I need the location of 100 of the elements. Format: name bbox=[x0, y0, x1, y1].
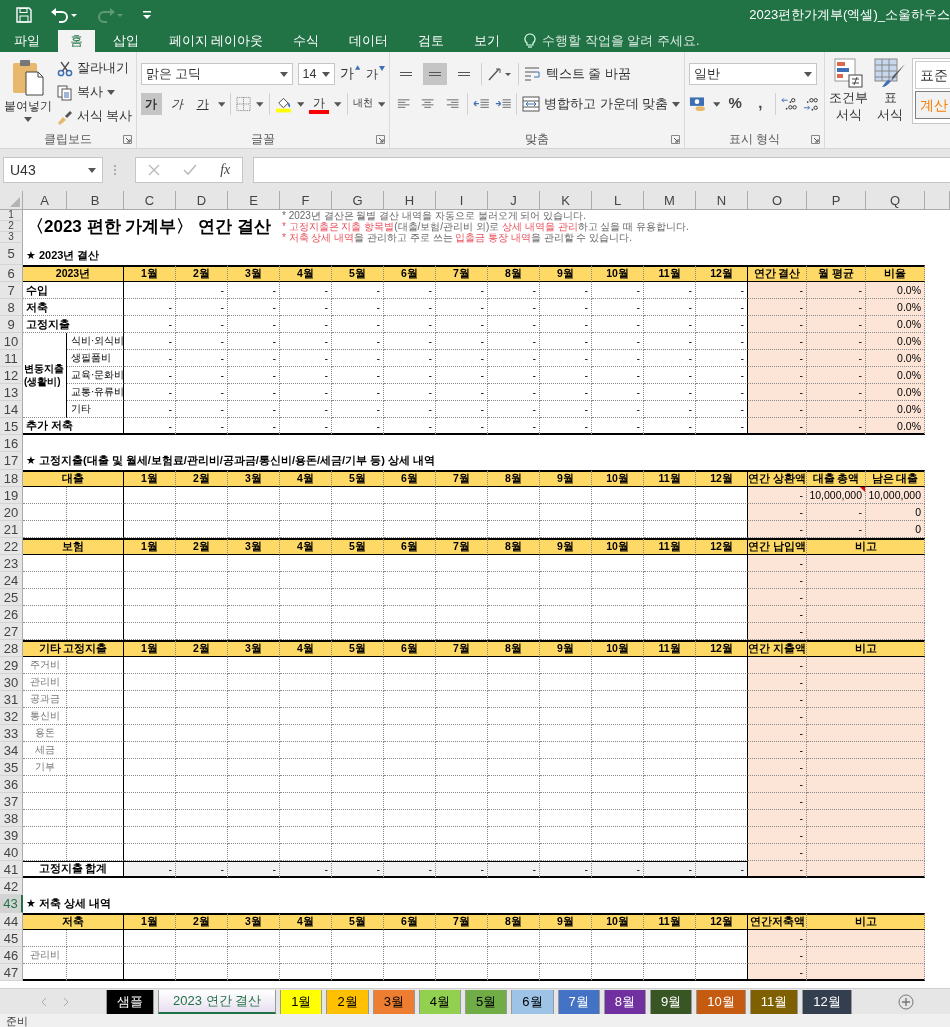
sheet-tab[interactable]: 5월 bbox=[465, 989, 508, 1014]
wrap-text-button[interactable]: 텍스트 줄 바꿈 bbox=[524, 63, 631, 85]
sheet-tab[interactable]: 1월 bbox=[280, 989, 323, 1014]
customize-menu-icon[interactable] bbox=[142, 9, 152, 21]
undo-icon[interactable] bbox=[50, 7, 78, 23]
sheet-tab[interactable]: 7월 bbox=[557, 989, 600, 1014]
column-header[interactable]: Q bbox=[866, 191, 925, 210]
comma-style-button[interactable]: , bbox=[750, 93, 771, 115]
number-format-field[interactable]: 일반 bbox=[689, 63, 817, 85]
row-header[interactable]: 8 bbox=[0, 299, 23, 316]
row-header[interactable]: 3 bbox=[0, 232, 23, 243]
vertical-align-button[interactable] bbox=[423, 63, 447, 85]
column-header[interactable]: B bbox=[67, 191, 124, 210]
row-header[interactable]: 9 bbox=[0, 316, 23, 333]
row-header[interactable]: 16 bbox=[0, 435, 23, 452]
row-header[interactable]: 26 bbox=[0, 606, 23, 623]
font-size-field[interactable]: 14 bbox=[297, 63, 335, 85]
row-header[interactable]: 28 bbox=[0, 640, 23, 657]
row-header[interactable]: 20 bbox=[0, 504, 23, 521]
horizontal-align-icon[interactable] bbox=[397, 97, 411, 111]
column-header[interactable]: L bbox=[592, 191, 644, 210]
formula-input[interactable] bbox=[253, 157, 950, 183]
copy-button[interactable]: 복사 bbox=[56, 82, 132, 103]
drag-handle-icon[interactable] bbox=[113, 164, 117, 176]
increase-decimal-icon[interactable] bbox=[781, 96, 799, 112]
sheet-tab[interactable]: 4월 bbox=[418, 989, 462, 1014]
row-header[interactable]: 38 bbox=[0, 810, 23, 827]
name-box[interactable]: U43 bbox=[3, 157, 103, 183]
column-header[interactable]: J bbox=[488, 191, 540, 210]
column-header[interactable]: C bbox=[124, 191, 176, 210]
row-header[interactable]: 40 bbox=[0, 844, 23, 861]
text-orientation-icon[interactable] bbox=[487, 66, 513, 82]
row-header[interactable]: 32 bbox=[0, 708, 23, 725]
ribbon-tab[interactable]: 수식 bbox=[281, 30, 332, 52]
paste-button[interactable]: 붙여넣기 bbox=[4, 56, 53, 130]
row-header[interactable]: 25 bbox=[0, 589, 23, 606]
ribbon-tab[interactable]: 페이지 레이아웃 bbox=[157, 30, 276, 52]
row-header[interactable]: 41 bbox=[0, 861, 23, 878]
row-header[interactable]: 18 bbox=[0, 470, 23, 487]
font-style-button[interactable]: 가 bbox=[166, 93, 188, 115]
ribbon-tab[interactable]: 검토 bbox=[406, 30, 457, 52]
ribbon-tab[interactable]: 보기 bbox=[462, 30, 513, 52]
column-header[interactable]: I bbox=[436, 191, 488, 210]
cut-button[interactable]: 잘라내기 bbox=[56, 58, 132, 79]
row-header[interactable]: 44 bbox=[0, 913, 23, 930]
check-icon[interactable] bbox=[182, 164, 197, 176]
row-header[interactable]: 47 bbox=[0, 964, 23, 981]
sheet-tab[interactable]: 6월 bbox=[511, 989, 554, 1014]
cell-style-item[interactable]: 표준 bbox=[915, 61, 950, 89]
row-header[interactable]: 42 bbox=[0, 878, 23, 895]
row-header[interactable]: 30 bbox=[0, 674, 23, 691]
row-header[interactable]: 2 bbox=[0, 221, 23, 232]
caret-icon[interactable] bbox=[296, 101, 305, 107]
dialog-launcher-icon[interactable] bbox=[811, 134, 820, 144]
row-header[interactable]: 11 bbox=[0, 350, 23, 367]
row-header[interactable]: 14 bbox=[0, 401, 23, 418]
row-header[interactable]: 24 bbox=[0, 572, 23, 589]
sheet-tab[interactable]: 11월 bbox=[749, 989, 799, 1014]
dialog-launcher-icon[interactable] bbox=[123, 134, 132, 144]
row-header[interactable]: 21 bbox=[0, 521, 23, 538]
row-header[interactable]: 45 bbox=[0, 930, 23, 947]
column-header[interactable]: H bbox=[384, 191, 436, 210]
row-header[interactable]: 46 bbox=[0, 947, 23, 964]
sheet-tab[interactable]: 2월 bbox=[326, 989, 369, 1014]
sheet-tab[interactable]: 2023 연간 결산 bbox=[158, 989, 277, 1014]
column-header[interactable]: M bbox=[644, 191, 696, 210]
ribbon-tab[interactable]: 삽입 bbox=[101, 30, 151, 52]
dialog-launcher-icon[interactable] bbox=[671, 134, 680, 144]
caret-icon[interactable] bbox=[256, 101, 264, 107]
row-header[interactable]: 7 bbox=[0, 282, 23, 299]
phonetic-guide-button[interactable]: 내천 bbox=[352, 93, 373, 115]
column-header[interactable]: P bbox=[807, 191, 866, 210]
row-header[interactable]: 17 bbox=[0, 452, 23, 470]
tell-me-field[interactable]: 수행할 작업을 알려 주세요. bbox=[524, 30, 765, 52]
row-header[interactable]: 6 bbox=[0, 265, 23, 282]
column-header[interactable]: G bbox=[332, 191, 384, 210]
font-color-button[interactable]: 가 bbox=[309, 94, 330, 114]
row-header[interactable]: 37 bbox=[0, 793, 23, 810]
caret-icon[interactable] bbox=[712, 101, 721, 107]
sheet-tab[interactable]: 샘플 bbox=[106, 989, 154, 1014]
row-header[interactable]: 31 bbox=[0, 691, 23, 708]
row-header[interactable]: 29 bbox=[0, 657, 23, 674]
insert-function-button[interactable]: fx bbox=[220, 162, 231, 178]
shrink-font-button[interactable]: 가 bbox=[365, 63, 385, 85]
column-header[interactable]: N bbox=[696, 191, 748, 210]
column-header[interactable]: D bbox=[176, 191, 228, 210]
decrease-decimal-icon[interactable] bbox=[803, 96, 820, 112]
font-style-button[interactable]: 가 bbox=[141, 93, 162, 115]
row-header[interactable]: 43 bbox=[0, 895, 23, 913]
conditional-formatting-button[interactable]: 조건부 서식 bbox=[829, 58, 868, 148]
row-header[interactable]: 23 bbox=[0, 555, 23, 572]
horizontal-align-icon[interactable] bbox=[421, 97, 435, 111]
column-header[interactable]: E bbox=[228, 191, 280, 210]
caret-icon[interactable] bbox=[377, 101, 385, 107]
column-header[interactable]: A bbox=[23, 191, 67, 210]
save-icon[interactable] bbox=[16, 7, 32, 23]
ribbon-tab[interactable]: 데이터 bbox=[337, 30, 401, 52]
font-name-field[interactable]: 맑은 고딕 bbox=[141, 63, 293, 85]
dialog-launcher-icon[interactable] bbox=[376, 134, 385, 144]
caret-icon[interactable] bbox=[334, 101, 342, 107]
